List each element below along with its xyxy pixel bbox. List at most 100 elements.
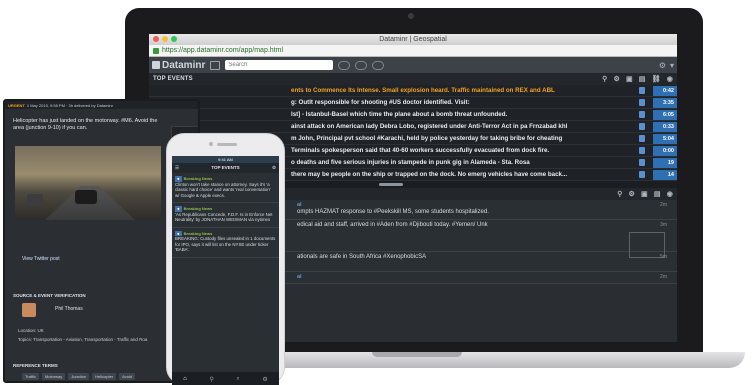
toolbar-pill-1[interactable]: [338, 60, 351, 70]
view-icon[interactable]: ◉: [667, 190, 673, 198]
event-type-icon: [639, 87, 645, 94]
home-icon[interactable]: ⌂: [183, 376, 187, 382]
event-row[interactable]: Ist] - Istanbul-Basel which time the pla…: [149, 109, 677, 121]
event-row[interactable]: ents to Commence Its Intense. Small expl…: [149, 85, 677, 97]
event-row[interactable]: g: OutIt responsible for shooting #US do…: [149, 97, 677, 109]
pin-icon[interactable]: ⚲: [209, 376, 213, 383]
device-mockup-scene: Dataminr | Geospatial https://app.datami…: [0, 0, 756, 385]
tablet-alert-header: URGENT 1 May 2015, 9:58 PM · 3h delivere…: [5, 101, 198, 109]
grid-view-icon[interactable]: [210, 60, 221, 70]
feed-text: edical aid and staff, arrived in #Aden f…: [297, 222, 488, 228]
feed-text: ationals are safe in South Africa #Xenop…: [297, 254, 427, 260]
event-time-badge: 0:42: [653, 85, 677, 96]
feed-time: 2m: [660, 202, 667, 208]
feed-time: 3m: [660, 222, 667, 228]
top-events-title: TOP EVENTS: [153, 76, 193, 82]
phone-event-card[interactable]: ● Breaking News BREAKING: Custody files un…: [172, 228, 279, 258]
laptop-notch: [372, 352, 462, 357]
close-window-button[interactable]: [153, 36, 159, 42]
pin-icon[interactable]: ⚲: [617, 190, 622, 198]
feed-source: al: [297, 202, 302, 208]
address-bar[interactable]: https://app.dataminr.com/app/map.html: [149, 45, 677, 57]
maximize-window-button[interactable]: [171, 36, 177, 42]
top-events-tools: ⚲ ⚙ ▣ ▤ ⛓ ◉: [602, 75, 673, 83]
phone-bottom-nav: ⌂ ⚲ ⌕ ⚙: [172, 372, 279, 385]
tag-chip[interactable]: Junction: [68, 373, 90, 380]
phone-device: 9:41 AM ☰ TOP EVENTS ⚙ ● Breaking News Cli…: [166, 133, 285, 385]
event-time-badge: 6:05: [653, 109, 677, 120]
view-twitter-link[interactable]: View Twitter post: [22, 256, 60, 262]
tag-chip[interactable]: Helicopter: [92, 373, 117, 380]
media-icon[interactable]: ▤: [654, 190, 661, 198]
menu-icon[interactable]: ☰: [175, 163, 179, 173]
settings-icon[interactable]: ⚙: [659, 61, 666, 70]
top-events-header: TOP EVENTS ⚲ ⚙ ▣ ▤ ⛓ ◉: [149, 73, 677, 85]
feed-text: ompts HAZMAT response to #Peekskill MS, …: [297, 209, 489, 215]
tag-chip[interactable]: Avoid: [119, 373, 136, 380]
location-label: Location: UK: [18, 328, 44, 333]
reference-tags: Traffic Motorway Junction Helicopter Avo…: [22, 373, 136, 380]
toolbar-pill-3[interactable]: [372, 60, 385, 70]
event-type-icon: [639, 123, 645, 130]
search-input[interactable]: [225, 60, 334, 70]
phone-header: ☰ TOP EVENTS ⚙: [172, 163, 279, 173]
topics-label: Topics: Transportation - Aviation, Trans…: [18, 337, 148, 342]
feed-source: al: [297, 274, 302, 280]
app-toolbar: Dataminr ⚙ ▾: [149, 57, 677, 73]
window-controls: [153, 36, 177, 42]
verification-heading: SOURCE & EVENT VERIFICATION: [13, 293, 86, 298]
phone-screen: 9:41 AM ☰ TOP EVENTS ⚙ ● Breaking News Cli…: [172, 156, 279, 385]
card-text: 'As Republicans Concede, F.D.F. Is in En…: [175, 211, 273, 223]
phone-status-bar: 9:41 AM: [172, 156, 279, 163]
search-icon[interactable]: ⌕: [236, 376, 239, 383]
filter-icon[interactable]: ⚙: [272, 163, 276, 173]
toolbar-pill-2[interactable]: [355, 60, 368, 70]
car-shape: [27, 194, 43, 206]
pin-icon[interactable]: ⚲: [602, 75, 607, 83]
brand-logo[interactable]: Dataminr: [152, 60, 205, 71]
link-icon[interactable]: ⛓: [652, 75, 661, 83]
event-time-badge: 3:35: [653, 97, 677, 108]
tag-chip[interactable]: Traffic: [22, 373, 39, 380]
gear-icon[interactable]: ⚙: [262, 376, 267, 383]
card-source: Breaking News: [183, 176, 213, 181]
laptop-camera: [408, 13, 414, 19]
source-badge-icon: ●: [175, 176, 182, 182]
tweet-text: Helicopter has just landed on the motorw…: [13, 118, 158, 131]
toolbar-right-icons: ⚙ ▾: [659, 61, 674, 70]
feed-tools: ⚲ ⚙ ▣ ▤ ◉: [617, 190, 673, 198]
phone-camera: [209, 142, 213, 146]
feed-time: 5m: [660, 254, 667, 260]
card-text: Clinton won't take stance on attorney. S…: [175, 181, 271, 198]
gear-icon[interactable]: ⚙: [613, 75, 619, 83]
brand-name: Dataminr: [162, 59, 206, 71]
event-time-badge: 0:33: [653, 121, 677, 132]
gear-icon[interactable]: ⚙: [629, 190, 635, 198]
event-text: Ist] - Istanbul-Basel which time the pla…: [291, 111, 508, 118]
view-icon[interactable]: ◉: [667, 75, 673, 83]
media-icon[interactable]: ▤: [639, 75, 646, 83]
scrollbar-thumb[interactable]: [379, 183, 403, 186]
tag-chip[interactable]: Motorway: [41, 373, 66, 380]
phone-event-card[interactable]: ● Breaking News 'As Republicans Concede, F…: [172, 203, 279, 228]
browser-titlebar: Dataminr | Geospatial: [149, 34, 677, 45]
image-icon[interactable]: ▣: [641, 190, 648, 198]
image-icon[interactable]: ▣: [626, 75, 633, 83]
phone-speaker: [217, 143, 237, 146]
event-row[interactable]: ainst attack on American lady Debra Lobo…: [149, 121, 677, 133]
phone-event-card[interactable]: ● Breaking News Clinton won't take stance …: [172, 173, 279, 203]
feed-time: 2m: [660, 274, 667, 280]
event-time-badge: 14: [653, 169, 677, 180]
minimize-window-button[interactable]: [162, 36, 168, 42]
url-text: https://app.dataminr.com/app/map.html: [162, 47, 284, 54]
event-time-badge: 0:00: [653, 145, 677, 156]
event-type-icon: [639, 135, 645, 142]
avatar: [22, 303, 36, 317]
event-text: g: OutIt responsible for shooting #US do…: [291, 99, 470, 106]
event-type-icon: [639, 111, 645, 118]
user-menu-icon[interactable]: ▾: [670, 61, 674, 70]
author-name[interactable]: Phil Thomas: [55, 306, 83, 312]
urgent-badge: URGENT: [8, 102, 25, 108]
event-text: ainst attack on American lady Debra Lobo…: [291, 123, 568, 130]
event-time-badge: 19: [653, 157, 677, 168]
